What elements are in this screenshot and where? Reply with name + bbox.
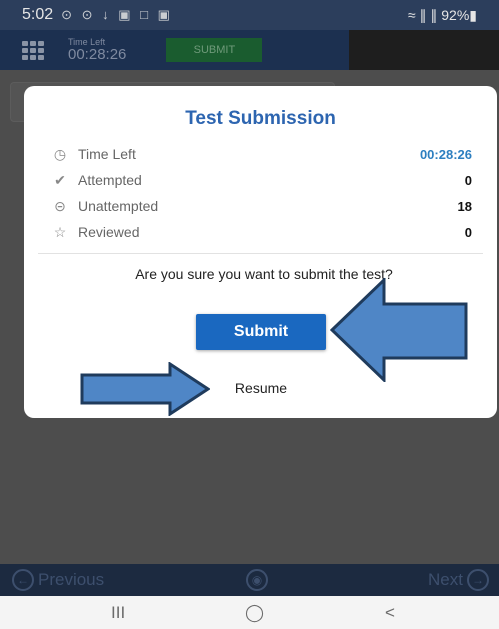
header-dark-area [349, 30, 499, 70]
stat-value: 0 [464, 172, 472, 188]
check-circle-icon: ✔ [54, 171, 66, 188]
signal-battery-status: ≈ ∥ ∥ 92%▮ [407, 6, 477, 23]
star-icon: ☆ [53, 223, 67, 240]
stat-value: 18 [457, 198, 472, 214]
stat-label: Reviewed [78, 224, 140, 240]
dialog-divider [38, 253, 483, 254]
back-button[interactable]: < [385, 603, 395, 623]
dialog-title: Test Submission [185, 108, 336, 129]
stat-label: Time Left [78, 146, 136, 162]
question-grid-icon[interactable] [22, 41, 44, 60]
previous-label: Previous [38, 570, 105, 589]
previous-button[interactable]: ← Previous [12, 569, 104, 591]
header-submit-button[interactable]: SUBMIT [166, 38, 263, 62]
stat-value: 0 [464, 224, 472, 240]
stat-row-time-left: ◷ Time Left 00:28:26 [52, 144, 472, 164]
stat-row-reviewed: ☆ Reviewed 0 [52, 222, 472, 242]
question-navigation-bar: ← Previous ◉ Next → [0, 564, 499, 596]
arrow-left-icon: ← [12, 569, 34, 591]
submit-button[interactable]: Submit [196, 314, 326, 350]
stat-value: 00:28:26 [419, 146, 472, 162]
stat-label: Unattempted [78, 198, 159, 214]
next-button[interactable]: Next → [428, 569, 489, 591]
resume-button[interactable]: Resume [214, 380, 308, 396]
header-time-left-value: 00:28:26 [68, 46, 127, 63]
status-bar: 5:02 ⊙ ⊙ ↓ ▣ □ ▣ ≈ ∥ ∥ 92%▮ [0, 0, 499, 30]
annotation-arrow-left-icon [330, 278, 468, 382]
notification-icons: ⊙ ⊙ ↓ ▣ □ ▣ [61, 7, 173, 22]
next-label: Next [428, 570, 463, 589]
android-navigation-bar: III ◯ < [0, 596, 499, 629]
minus-circle-icon: ⊝ [54, 197, 66, 214]
header-timer: Time Left 00:28:26 [68, 37, 126, 63]
status-time: 5:02 [22, 6, 54, 23]
app-header: Time Left 00:28:26 SUBMIT [0, 30, 499, 70]
arrow-right-icon: → [467, 569, 489, 591]
home-button[interactable]: ◯ [245, 603, 264, 623]
annotation-arrow-right-icon [80, 362, 210, 416]
alarm-clock-icon: ◷ [53, 145, 67, 162]
stat-row-attempted: ✔ Attempted 0 [52, 170, 472, 190]
recents-button[interactable]: III [111, 603, 125, 623]
stat-label: Attempted [78, 172, 142, 188]
stat-row-unattempted: ⊝ Unattempted 18 [52, 196, 472, 216]
eye-review-icon[interactable]: ◉ [246, 569, 268, 591]
